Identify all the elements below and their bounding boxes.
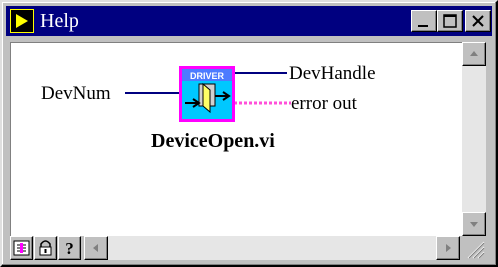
window-title: Help (40, 10, 79, 32)
svg-text:?: ? (65, 239, 74, 258)
horizontal-scrollbar[interactable] (84, 236, 460, 260)
block-diagram-button[interactable] (10, 236, 33, 260)
resize-grip-icon (467, 241, 485, 259)
driver-badge: DRIVER (190, 71, 225, 81)
output-label-error: error out (291, 93, 358, 114)
resize-grip[interactable] (462, 236, 486, 260)
scroll-up-button[interactable] (462, 42, 486, 66)
output-label-devhandle: DevHandle (289, 63, 376, 84)
title-bar[interactable]: Help (6, 6, 492, 36)
help-content: DevNum DevHandle error out DRIVER Device… (10, 42, 462, 236)
help-question-button[interactable]: ? (58, 236, 81, 260)
scroll-down-arrow-icon (470, 222, 478, 227)
scroll-right-button[interactable] (436, 236, 460, 260)
scroll-right-arrow-icon (446, 244, 451, 252)
question-mark-icon: ? (65, 239, 74, 258)
scroll-up-arrow-icon (470, 51, 478, 56)
scroll-left-arrow-icon (93, 244, 98, 252)
labview-run-arrow-icon (10, 9, 34, 33)
bottom-bar: ? (10, 236, 486, 260)
scroll-down-button[interactable] (462, 212, 486, 236)
lock-button[interactable] (34, 236, 57, 260)
lock-icon (39, 240, 52, 256)
vertical-scrollbar[interactable] (462, 42, 486, 236)
minimize-button[interactable] (411, 10, 437, 32)
minimize-icon (418, 25, 428, 27)
close-button[interactable] (465, 10, 491, 32)
scroll-left-button[interactable] (84, 236, 108, 260)
help-window: Help DevNum DevHandle error out DRIVER D… (0, 0, 498, 267)
block-diagram-icon (13, 240, 30, 256)
client-area: DevNum DevHandle error out DRIVER Device… (8, 40, 490, 262)
driver-vi-icon: DRIVER (179, 66, 235, 122)
maximize-icon (443, 14, 457, 28)
connector-pane-diagram: DevNum DevHandle error out DRIVER Device… (41, 63, 376, 152)
input-label: DevNum (41, 83, 111, 104)
close-icon (472, 15, 484, 27)
vi-name: DeviceOpen.vi (151, 130, 275, 152)
maximize-button[interactable] (437, 10, 463, 32)
